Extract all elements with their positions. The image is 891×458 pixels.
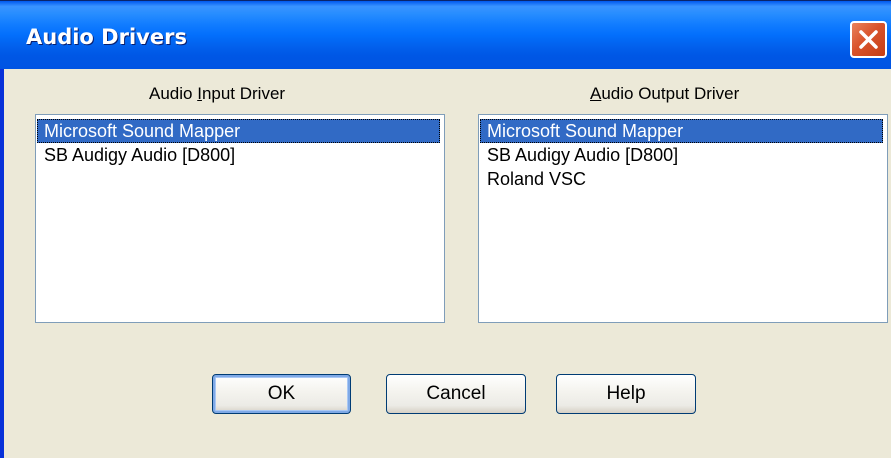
- help-button[interactable]: Help: [556, 374, 696, 414]
- audio-drivers-dialog: Audio Drivers Audio Input Driver Microso…: [0, 0, 891, 458]
- label-text: nput Driver: [201, 84, 286, 103]
- close-button[interactable]: [850, 21, 887, 58]
- title-bar[interactable]: Audio Drivers: [0, 0, 891, 69]
- window-title: Audio Drivers: [26, 25, 187, 49]
- label-text: Audio: [149, 84, 198, 103]
- list-item[interactable]: Roland VSC: [480, 167, 883, 191]
- cancel-button[interactable]: Cancel: [386, 374, 526, 414]
- list-item[interactable]: SB Audigy Audio [D800]: [480, 143, 883, 167]
- list-item[interactable]: Microsoft Sound Mapper: [37, 119, 440, 143]
- list-item[interactable]: SB Audigy Audio [D800]: [37, 143, 440, 167]
- list-item[interactable]: Microsoft Sound Mapper: [480, 119, 883, 143]
- label-text: udio Output Driver: [601, 84, 740, 103]
- audio-output-driver-list[interactable]: Microsoft Sound Mapper SB Audigy Audio […: [478, 114, 888, 323]
- audio-input-driver-list[interactable]: Microsoft Sound Mapper SB Audigy Audio […: [35, 114, 445, 323]
- audio-output-driver-label: Audio Output Driver: [590, 84, 739, 104]
- close-icon: [858, 29, 879, 50]
- audio-input-driver-label: Audio Input Driver: [149, 84, 285, 104]
- label-mnemonic: A: [590, 84, 602, 103]
- ok-button[interactable]: OK: [212, 374, 351, 414]
